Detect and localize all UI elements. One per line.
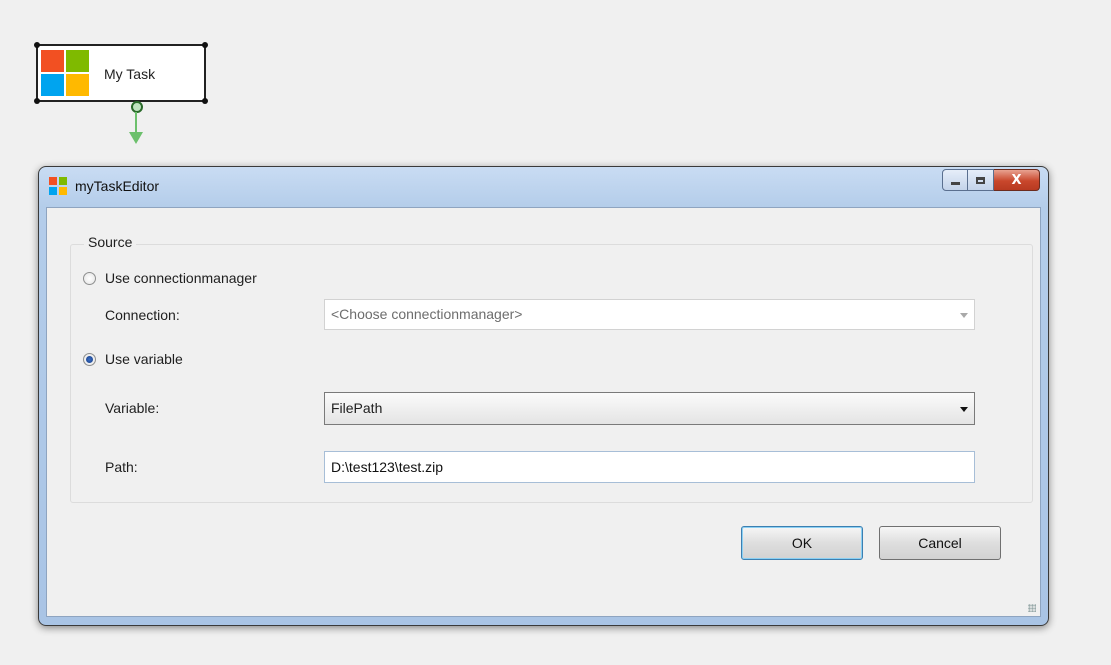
- close-button[interactable]: X: [994, 169, 1040, 191]
- connection-label: Connection:: [105, 307, 180, 323]
- variable-dropdown-value: FilePath: [331, 400, 383, 416]
- use-connection-radio-row[interactable]: Use connectionmanager: [83, 270, 257, 286]
- connection-dropdown[interactable]: <Choose connectionmanager>: [324, 299, 975, 330]
- connector-dot[interactable]: [131, 101, 143, 113]
- use-variable-radio[interactable]: [83, 352, 96, 366]
- maximize-icon: [976, 176, 985, 184]
- title-bar[interactable]: myTaskEditor X: [39, 167, 1048, 207]
- resize-handle-bottom-right[interactable]: [202, 98, 208, 104]
- cancel-button[interactable]: Cancel: [879, 526, 1001, 560]
- path-input[interactable]: [325, 452, 974, 482]
- minimize-icon: [950, 181, 960, 185]
- close-icon: X: [1011, 172, 1022, 188]
- task-editor-window: myTaskEditor X Source Use connectionmana…: [38, 166, 1049, 626]
- resize-handle-bottom-left[interactable]: [34, 98, 40, 104]
- maximize-button[interactable]: [968, 169, 994, 191]
- connector-line: [135, 112, 137, 134]
- path-label: Path:: [105, 459, 138, 475]
- chevron-down-icon: [960, 407, 968, 412]
- resize-handle-top-left[interactable]: [34, 42, 40, 48]
- use-connection-label[interactable]: Use connectionmanager: [105, 270, 257, 286]
- variable-dropdown[interactable]: FilePath: [324, 392, 975, 425]
- connector-arrow-icon: [129, 132, 143, 144]
- variable-label: Variable:: [105, 400, 160, 416]
- source-legend: Source: [84, 234, 137, 250]
- use-variable-radio-row[interactable]: Use variable: [83, 351, 183, 367]
- task-node[interactable]: My Task: [34, 42, 208, 104]
- dialog-client-area: Source Use connectionmanager Connection:…: [46, 207, 1041, 617]
- window-logo-icon: [49, 177, 67, 195]
- window-title: myTaskEditor: [75, 178, 160, 194]
- connection-dropdown-value: <Choose connectionmanager>: [331, 306, 523, 322]
- path-field[interactable]: [324, 451, 975, 483]
- chevron-down-icon: [960, 313, 968, 318]
- use-variable-label[interactable]: Use variable: [105, 351, 183, 367]
- task-logo-icon: [41, 50, 89, 96]
- minimize-button[interactable]: [942, 169, 968, 191]
- resize-handle-top-right[interactable]: [202, 42, 208, 48]
- task-label: My Task: [104, 66, 156, 82]
- ok-button[interactable]: OK: [741, 526, 863, 560]
- resize-grip-icon[interactable]: [1028, 604, 1036, 612]
- caption-buttons: X: [942, 169, 1040, 191]
- use-connection-radio[interactable]: [83, 271, 96, 285]
